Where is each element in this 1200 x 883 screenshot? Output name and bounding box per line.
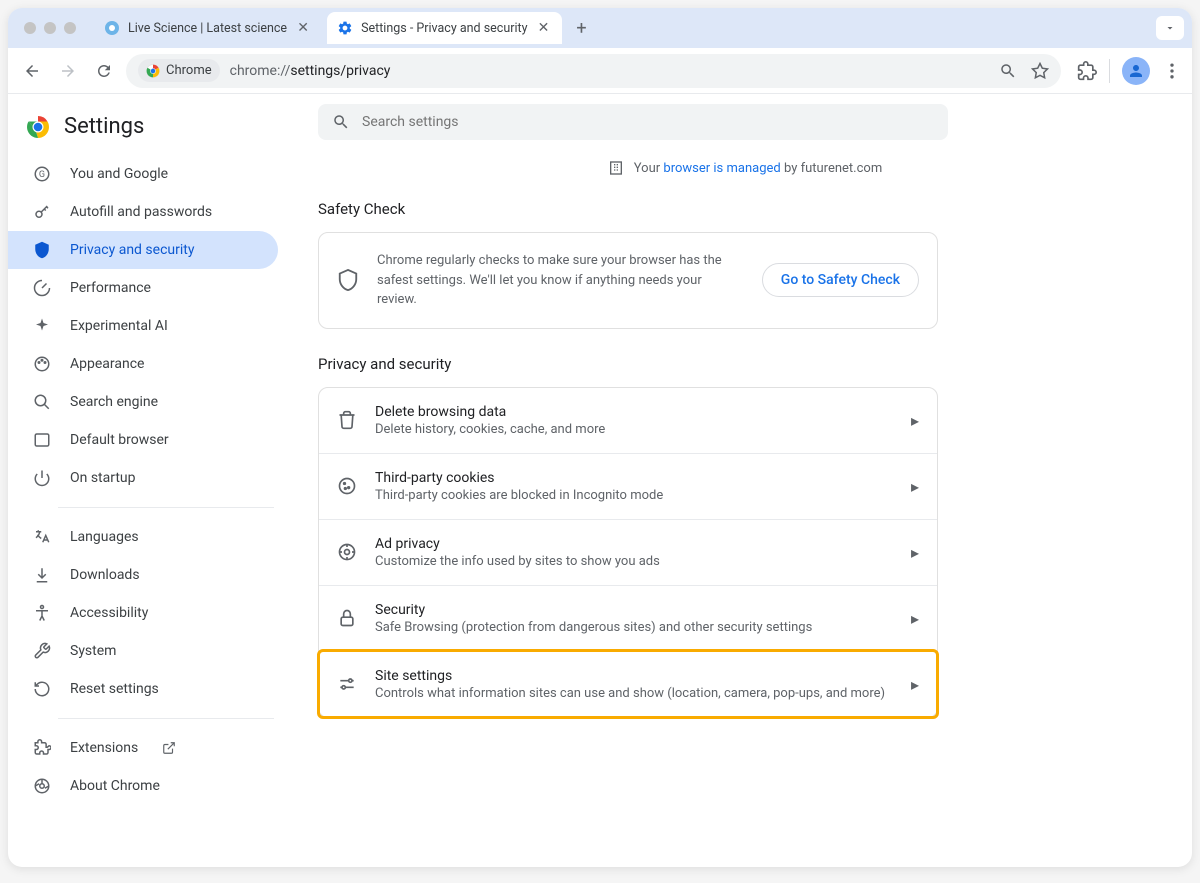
chip-label: Chrome [166, 63, 212, 78]
window-controls [24, 22, 76, 34]
chevron-right-icon: ▸ [911, 411, 919, 430]
sidebar-item-ai[interactable]: Experimental AI [8, 307, 278, 345]
speed-icon [32, 279, 52, 297]
settings-header: Settings [8, 110, 298, 155]
sidebar-item-startup[interactable]: On startup [8, 459, 278, 497]
managed-notice: Your browser is managed by futurenet.com [318, 160, 1172, 176]
sidebar-item-you-google[interactable]: GYou and Google [8, 155, 278, 193]
sidebar-item-languages[interactable]: Languages [8, 518, 278, 556]
row-third-party-cookies[interactable]: Third-party cookiesThird-party cookies a… [319, 453, 937, 519]
browser-tab-active[interactable]: Settings - Privacy and security ✕ [327, 12, 561, 44]
privacy-settings-card: Delete browsing dataDelete history, cook… [318, 387, 938, 718]
chrome-icon [32, 777, 52, 795]
google-icon: G [32, 165, 52, 183]
extensions-icon[interactable] [1077, 61, 1097, 81]
profile-avatar[interactable] [1122, 57, 1150, 85]
tab-list-dropdown[interactable] [1156, 16, 1184, 40]
sidebar-item-downloads[interactable]: Downloads [8, 556, 278, 594]
search-icon [32, 393, 52, 411]
sparkle-icon [32, 317, 52, 335]
browser-toolbar: Chrome chrome://settings/privacy [8, 48, 1192, 94]
svg-text:G: G [39, 170, 45, 180]
sidebar-item-reset[interactable]: Reset settings [8, 670, 278, 708]
search-settings-input[interactable] [318, 104, 948, 140]
chrome-logo-icon [26, 115, 50, 139]
divider [58, 507, 274, 508]
chevron-right-icon: ▸ [911, 609, 919, 628]
sidebar-item-performance[interactable]: Performance [8, 269, 278, 307]
back-button[interactable] [18, 57, 46, 85]
safety-check-button[interactable]: Go to Safety Check [762, 263, 919, 297]
sidebar-item-appearance[interactable]: Appearance [8, 345, 278, 383]
section-heading-safety: Safety Check [318, 200, 1172, 218]
site-chip[interactable]: Chrome [138, 59, 220, 82]
sidebar-item-system[interactable]: System [8, 632, 278, 670]
key-icon [32, 203, 52, 221]
page-title: Settings [64, 114, 144, 139]
row-delete-browsing-data[interactable]: Delete browsing dataDelete history, cook… [319, 388, 937, 453]
section-heading-privacy: Privacy and security [318, 355, 1172, 373]
chevron-right-icon: ▸ [911, 675, 919, 694]
url-text: chrome://settings/privacy [230, 63, 391, 79]
translate-icon [32, 528, 52, 546]
sidebar-item-autofill[interactable]: Autofill and passwords [8, 193, 278, 231]
download-icon [32, 566, 52, 584]
row-security[interactable]: SecuritySafe Browsing (protection from d… [319, 585, 937, 651]
tab-bar: Live Science | Latest science ✕ Settings… [8, 8, 1192, 48]
search-icon [332, 113, 350, 131]
sidebar-item-about[interactable]: About Chrome [8, 767, 278, 805]
browser-icon [32, 431, 52, 449]
row-ad-privacy[interactable]: Ad privacyCustomize the info used by sit… [319, 519, 937, 585]
forward-button[interactable] [54, 57, 82, 85]
search-icon[interactable] [999, 62, 1017, 80]
divider [1109, 59, 1110, 83]
address-bar[interactable]: Chrome chrome://settings/privacy [126, 54, 1061, 88]
sliders-icon [337, 674, 357, 694]
building-icon [608, 160, 624, 176]
palette-icon [32, 355, 52, 373]
safety-check-card: Chrome regularly checks to make sure you… [318, 232, 938, 329]
menu-icon[interactable] [1162, 61, 1182, 81]
settings-sidebar: Settings GYou and Google Autofill and pa… [8, 94, 298, 867]
lock-icon [337, 608, 357, 628]
cookie-icon [337, 476, 357, 496]
safety-description: Chrome regularly checks to make sure you… [377, 251, 744, 310]
chevron-right-icon: ▸ [911, 543, 919, 562]
trash-icon [337, 410, 357, 430]
main-content: Your browser is managed by futurenet.com… [298, 94, 1192, 867]
wrench-icon [32, 642, 52, 660]
maximize-window[interactable] [64, 22, 76, 34]
external-link-icon [162, 741, 176, 755]
close-window[interactable] [24, 22, 36, 34]
new-tab-button[interactable]: + [568, 14, 596, 42]
ad-icon [337, 542, 357, 562]
chevron-right-icon: ▸ [911, 477, 919, 496]
sidebar-item-default-browser[interactable]: Default browser [8, 421, 278, 459]
shield-icon [32, 241, 52, 259]
managed-link[interactable]: browser is managed [663, 161, 780, 176]
sidebar-item-extensions[interactable]: Extensions [8, 729, 278, 767]
close-icon[interactable]: ✕ [295, 20, 311, 36]
power-icon [32, 469, 52, 487]
close-icon[interactable]: ✕ [536, 20, 552, 36]
sidebar-item-privacy[interactable]: Privacy and security [8, 231, 278, 269]
puzzle-icon [32, 739, 52, 757]
tab-title: Settings - Privacy and security [361, 21, 527, 36]
bookmark-icon[interactable] [1031, 62, 1049, 80]
row-site-settings[interactable]: Site settingsControls what information s… [319, 651, 937, 717]
search-field[interactable] [362, 114, 934, 130]
tab-favicon-icon [104, 20, 120, 36]
shield-icon [337, 269, 359, 291]
browser-tab[interactable]: Live Science | Latest science ✕ [94, 12, 321, 44]
sidebar-item-search[interactable]: Search engine [8, 383, 278, 421]
sidebar-item-accessibility[interactable]: Accessibility [8, 594, 278, 632]
reset-icon [32, 680, 52, 698]
tab-title: Live Science | Latest science [128, 21, 287, 36]
accessibility-icon [32, 604, 52, 622]
minimize-window[interactable] [44, 22, 56, 34]
reload-button[interactable] [90, 57, 118, 85]
divider [58, 718, 274, 719]
gear-icon [337, 20, 353, 36]
